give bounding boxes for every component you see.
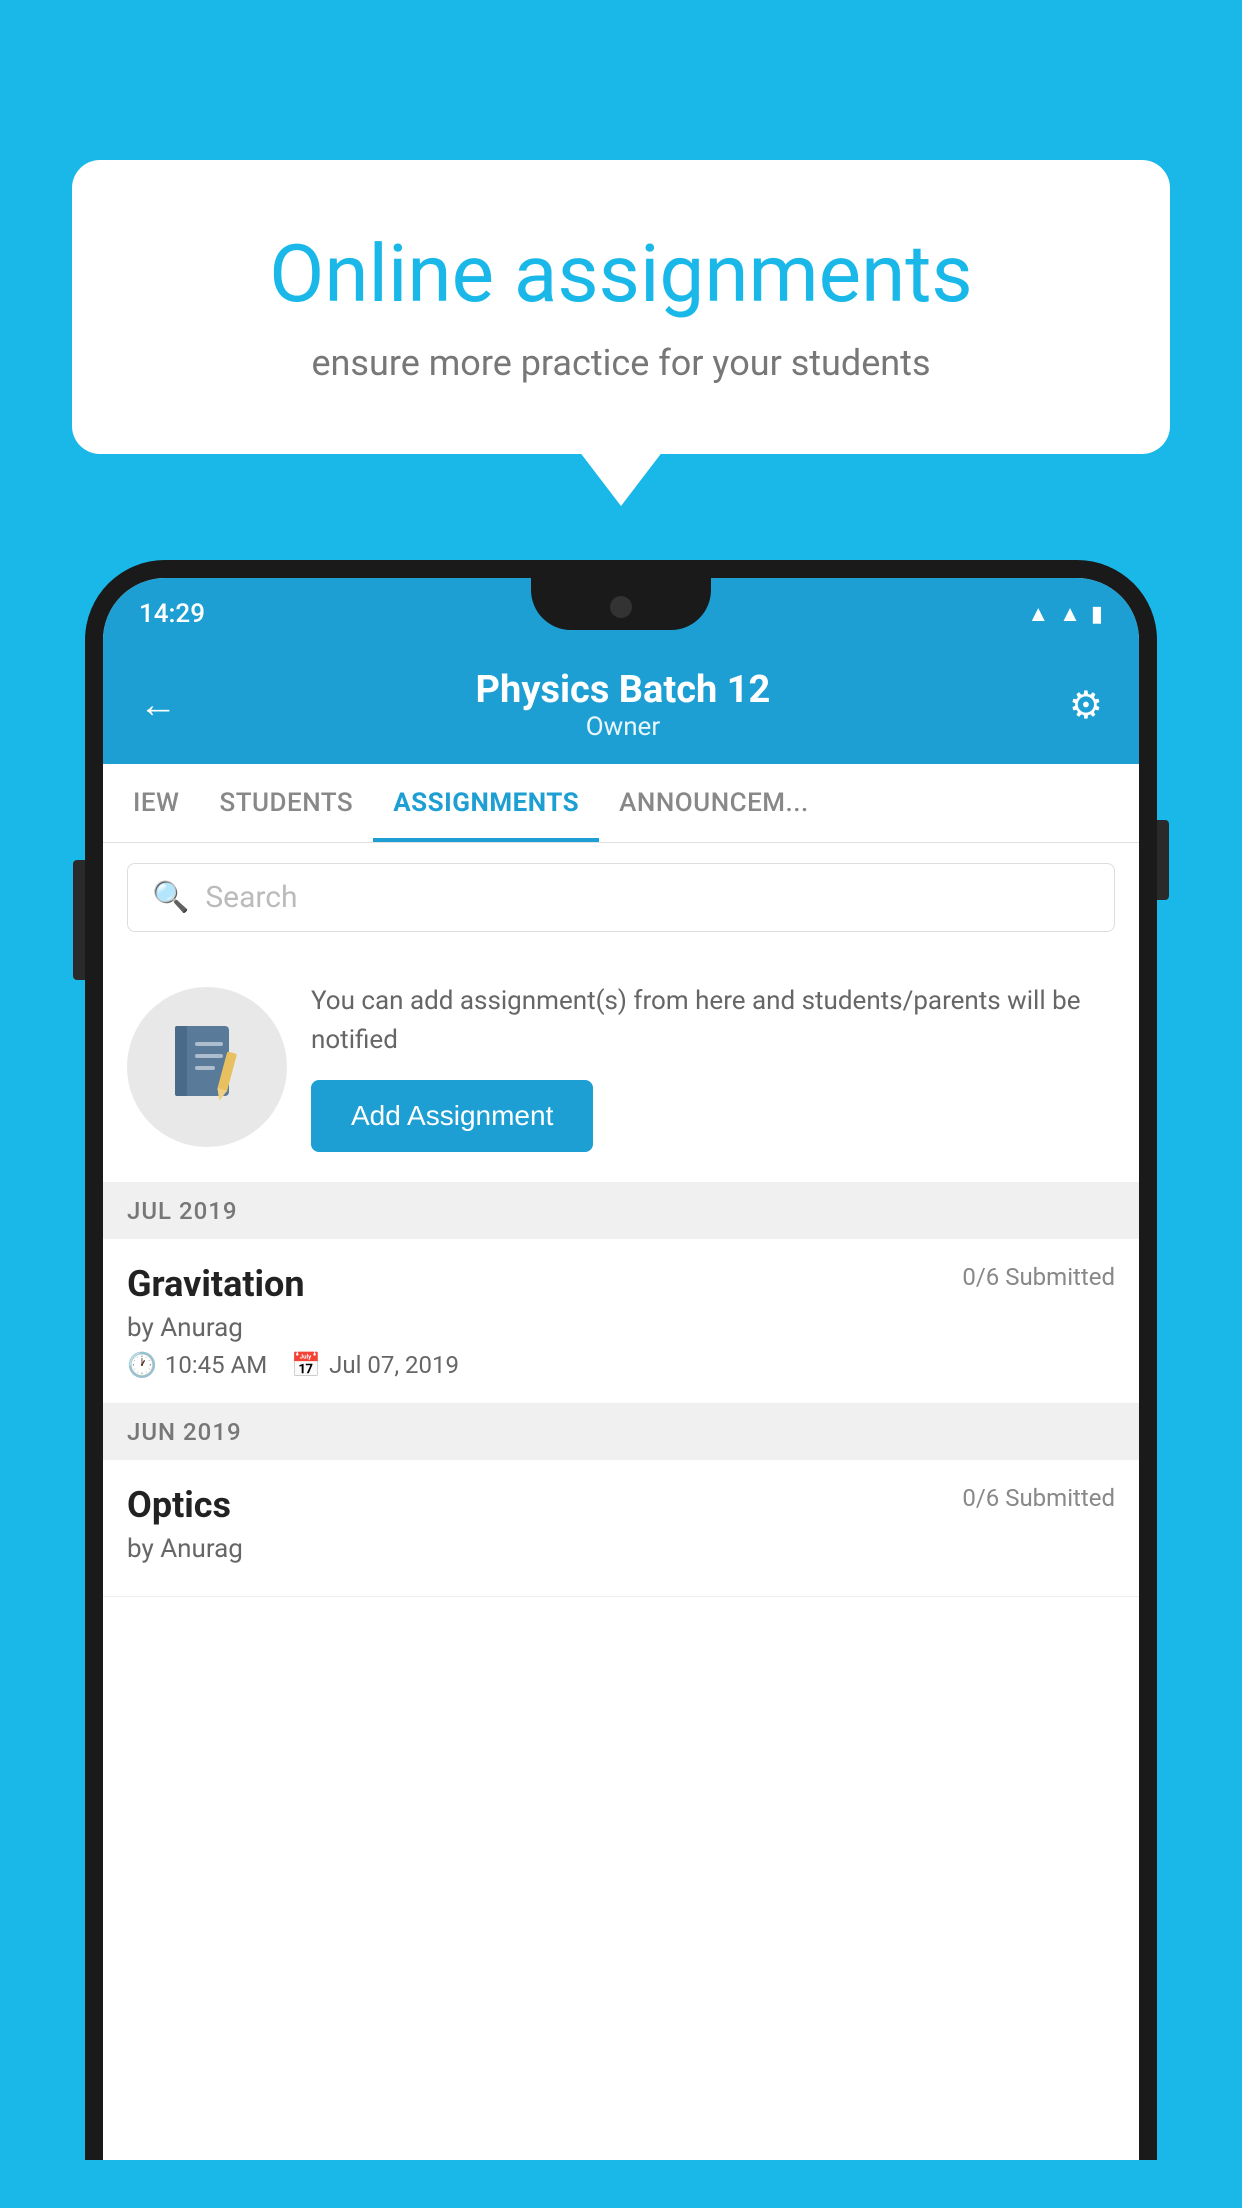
- speech-bubble-subtitle: ensure more practice for your students: [132, 342, 1110, 384]
- search-container: 🔍 Search: [103, 843, 1139, 952]
- phone-container: 14:29 ▲ ▲ ▮ ← Physics Batch 12 Owner ⚙: [85, 560, 1157, 2208]
- add-assignment-button[interactable]: Add Assignment: [311, 1080, 593, 1152]
- clock-icon: 🕐: [127, 1351, 157, 1379]
- header-title: Physics Batch 12: [177, 668, 1069, 712]
- assignment-submitted-optics: 0/6 Submitted: [962, 1484, 1115, 1512]
- phone-outer: 14:29 ▲ ▲ ▮ ← Physics Batch 12 Owner ⚙: [85, 560, 1157, 2160]
- speech-bubble-container: Online assignments ensure more practice …: [72, 160, 1170, 454]
- speech-bubble-title: Online assignments: [132, 230, 1110, 318]
- search-placeholder: Search: [205, 880, 297, 915]
- assignment-item-top-optics: Optics 0/6 Submitted: [127, 1484, 1115, 1526]
- status-time: 14:29: [139, 599, 205, 629]
- assignment-name: Gravitation: [127, 1263, 305, 1305]
- battery-icon: ▮: [1091, 602, 1103, 627]
- status-bar: 14:29 ▲ ▲ ▮: [103, 578, 1139, 650]
- notch-cutout: [531, 578, 711, 630]
- header-title-block: Physics Batch 12 Owner: [177, 668, 1069, 742]
- promo-text-block: You can add assignment(s) from here and …: [311, 982, 1115, 1152]
- back-button[interactable]: ←: [139, 683, 177, 727]
- assignment-item-optics[interactable]: Optics 0/6 Submitted by Anurag: [103, 1460, 1139, 1597]
- tab-students[interactable]: STUDENTS: [199, 764, 373, 842]
- assignment-promo: You can add assignment(s) from here and …: [103, 952, 1139, 1183]
- search-bar[interactable]: 🔍 Search: [127, 863, 1115, 932]
- speech-bubble: Online assignments ensure more practice …: [72, 160, 1170, 454]
- assignment-item-gravitation[interactable]: Gravitation 0/6 Submitted by Anurag 🕐 10…: [103, 1239, 1139, 1404]
- settings-icon[interactable]: ⚙: [1069, 683, 1103, 728]
- section-header-jun: JUN 2019: [103, 1404, 1139, 1460]
- assignment-date: 📅 Jul 07, 2019: [291, 1351, 459, 1379]
- assignment-name-optics: Optics: [127, 1484, 231, 1526]
- assignment-item-top: Gravitation 0/6 Submitted: [127, 1263, 1115, 1305]
- camera: [610, 596, 632, 618]
- search-icon: 🔍: [152, 880, 189, 915]
- tab-iew[interactable]: IEW: [113, 764, 199, 842]
- assignment-by-optics: by Anurag: [127, 1534, 1115, 1564]
- status-icons: ▲ ▲ ▮: [1027, 601, 1103, 627]
- calendar-icon: 📅: [291, 1351, 321, 1379]
- section-header-jul: JUL 2019: [103, 1183, 1139, 1239]
- assignment-time-value: 10:45 AM: [165, 1351, 267, 1379]
- assignment-meta: 🕐 10:45 AM 📅 Jul 07, 2019: [127, 1351, 1115, 1379]
- wifi-icon: ▲: [1027, 601, 1049, 627]
- assignment-date-value: Jul 07, 2019: [329, 1351, 459, 1379]
- tabs-bar: IEW STUDENTS ASSIGNMENTS ANNOUNCEM...: [103, 764, 1139, 843]
- tab-announcements[interactable]: ANNOUNCEM...: [599, 764, 829, 842]
- promo-icon-circle: [127, 987, 287, 1147]
- phone-inner: 14:29 ▲ ▲ ▮ ← Physics Batch 12 Owner ⚙: [103, 578, 1139, 2160]
- assignment-submitted: 0/6 Submitted: [962, 1263, 1115, 1291]
- assignment-by: by Anurag: [127, 1313, 1115, 1343]
- promo-description: You can add assignment(s) from here and …: [311, 982, 1115, 1060]
- signal-icon: ▲: [1059, 601, 1081, 627]
- tab-assignments[interactable]: ASSIGNMENTS: [373, 764, 599, 842]
- app-header: ← Physics Batch 12 Owner ⚙: [103, 650, 1139, 764]
- assignment-time: 🕐 10:45 AM: [127, 1351, 267, 1379]
- notebook-icon: [167, 1022, 247, 1112]
- header-subtitle: Owner: [177, 712, 1069, 742]
